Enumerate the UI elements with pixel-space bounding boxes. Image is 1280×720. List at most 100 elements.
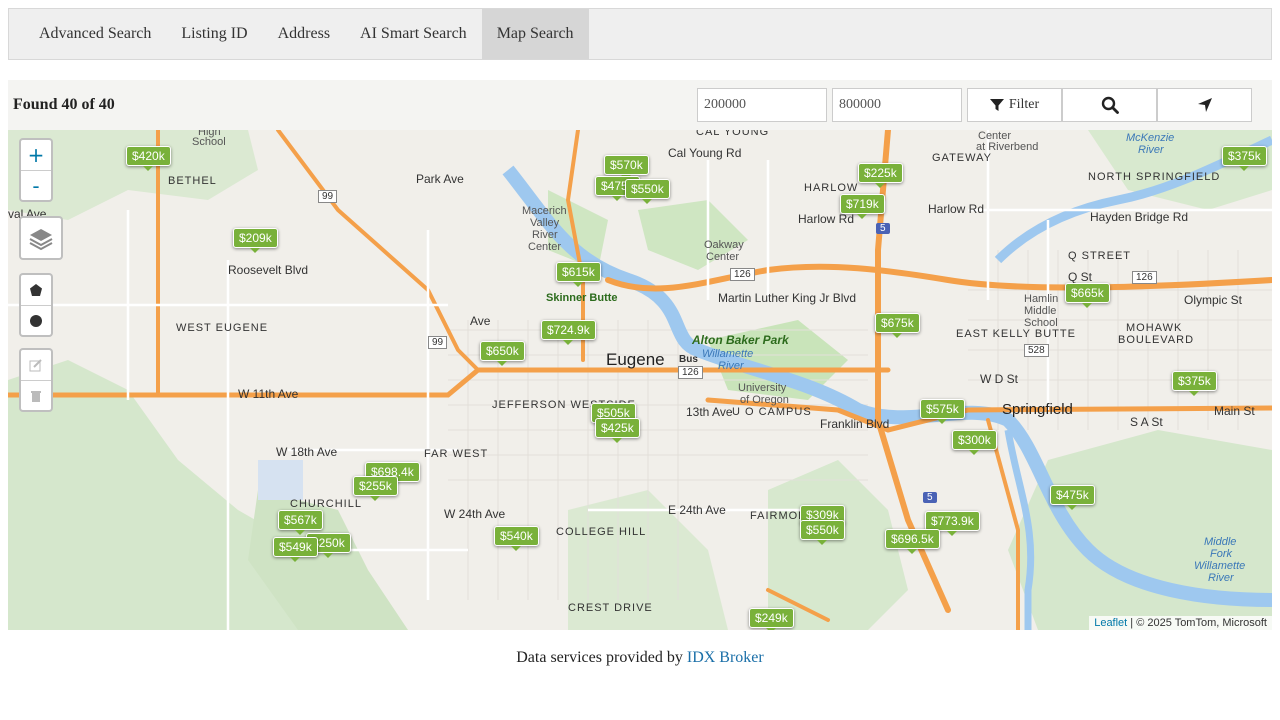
- price-marker[interactable]: $549k: [273, 537, 318, 562]
- river-label-middle-fork-2: Fork: [1210, 548, 1232, 560]
- street-label-s-a-st: S A St: [1130, 415, 1163, 429]
- price-marker[interactable]: $724.9k: [541, 320, 596, 345]
- area-label-harlow: HARLOW: [804, 182, 859, 194]
- layers-icon: [29, 229, 53, 251]
- tab-address[interactable]: Address: [263, 9, 345, 59]
- search-tabs: Advanced Search Listing ID Address AI Sm…: [8, 8, 1272, 60]
- idx-broker-link[interactable]: IDX Broker: [687, 649, 764, 666]
- attribution-text: | © 2025 TomTom, Microsoft: [1127, 617, 1267, 629]
- price-marker[interactable]: $696.5k: [885, 529, 940, 554]
- price-marker[interactable]: $209k: [233, 228, 278, 253]
- tab-map-search[interactable]: Map Search: [481, 9, 589, 59]
- area-label-mohawk: MOHAWK: [1126, 322, 1183, 334]
- delete-shapes-button[interactable]: [21, 380, 51, 410]
- tab-advanced-search[interactable]: Advanced Search: [24, 9, 166, 59]
- street-label-franklin: Franklin Blvd: [820, 417, 890, 431]
- street-label-e-24th: E 24th Ave: [668, 503, 726, 517]
- circle-icon: [30, 314, 42, 327]
- area-label-crest-drive: CREST DRIVE: [568, 602, 653, 614]
- tab-ai-smart-search[interactable]: AI Smart Search: [345, 9, 482, 59]
- filter-icon: [989, 99, 1004, 111]
- poi-label-hamlin: Hamlin: [1024, 293, 1059, 305]
- price-marker[interactable]: $567k: [278, 510, 323, 535]
- poi-label-alton-baker-park: Alton Baker Park: [692, 333, 789, 347]
- area-label-boulevard: BOULEVARD: [1118, 334, 1195, 346]
- price-marker[interactable]: $300k: [952, 430, 997, 455]
- street-label-q-st: Q St: [1068, 270, 1093, 284]
- price-marker[interactable]: $420k: [126, 146, 171, 171]
- street-label-w-24th: W 24th Ave: [444, 507, 506, 521]
- min-price-input[interactable]: [697, 88, 827, 122]
- price-marker[interactable]: $665k: [1065, 283, 1110, 308]
- area-label-q-street: Q STREET: [1068, 250, 1132, 262]
- poi-label-university: University: [738, 382, 787, 394]
- area-label-bethel: BETHEL: [168, 175, 217, 187]
- zoom-in-button[interactable]: +: [21, 140, 51, 170]
- search-button[interactable]: [1062, 88, 1157, 122]
- leaflet-link[interactable]: Leaflet: [1094, 617, 1127, 629]
- bus-route-label: Bus: [679, 354, 698, 365]
- price-marker[interactable]: $773.9k: [925, 511, 980, 536]
- price-marker[interactable]: $255k: [353, 476, 398, 501]
- area-label-gateway: GATEWAY: [932, 152, 992, 164]
- street-label-mlk: Martin Luther King Jr Blvd: [718, 291, 857, 305]
- river-label-middle-fork-4: River: [1208, 572, 1234, 584]
- street-label-w-d-st: W D St: [980, 372, 1018, 386]
- price-marker[interactable]: $249k: [749, 608, 794, 630]
- price-marker[interactable]: $225k: [858, 163, 903, 188]
- price-marker[interactable]: $375k: [1172, 371, 1217, 396]
- street-label-w-11th: W 11th Ave: [238, 387, 299, 401]
- price-marker[interactable]: $570k: [604, 155, 649, 180]
- map-view[interactable]: Eugene Springfield BETHEL WEST EUGENE CH…: [8, 130, 1272, 630]
- route-528-shield: 528: [1024, 344, 1049, 357]
- river-label-willamette-2: River: [718, 360, 744, 372]
- street-label-w-18th: W 18th Ave: [276, 445, 338, 459]
- price-marker[interactable]: $540k: [494, 526, 539, 551]
- price-marker[interactable]: $615k: [556, 262, 601, 287]
- price-marker[interactable]: $375k: [1222, 146, 1267, 171]
- street-label-cal-young-rd: Cal Young Rd: [668, 146, 742, 160]
- city-label-springfield: Springfield: [1002, 401, 1073, 418]
- draw-control: [19, 273, 53, 337]
- draw-polygon-button[interactable]: [21, 275, 51, 305]
- locate-button[interactable]: [1157, 88, 1252, 122]
- zoom-out-button[interactable]: -: [21, 170, 51, 200]
- price-marker[interactable]: $650k: [480, 341, 525, 366]
- area-label-north-springfield: NORTH SPRINGFIELD: [1088, 171, 1221, 183]
- street-label-park-ave: Park Ave: [416, 172, 464, 186]
- street-label-harlow-rd-2: Harlow Rd: [928, 202, 985, 216]
- price-marker[interactable]: $575k: [920, 399, 965, 424]
- price-marker[interactable]: $550k: [625, 179, 670, 204]
- price-marker[interactable]: $675k: [875, 313, 920, 338]
- route-99-shield: 99: [318, 190, 338, 203]
- area-label-college-hill: COLLEGE HILL: [556, 526, 647, 538]
- map-attribution: Leaflet | © 2025 TomTom, Microsoft: [1089, 616, 1272, 630]
- route-126-shield-c: 126: [678, 366, 703, 379]
- street-label-olympic: Olympic St: [1184, 293, 1243, 307]
- price-marker[interactable]: $719k: [840, 194, 885, 219]
- interstate-5-shield: 5: [876, 223, 890, 234]
- area-label-uo-campus: U O CAMPUS: [732, 406, 812, 418]
- trash-icon: [31, 390, 41, 402]
- area-label-east-kelly-butte: EAST KELLY BUTTE: [956, 328, 1076, 340]
- results-count: Found 40 of 40: [13, 96, 115, 113]
- street-label-roosevelt: Roosevelt Blvd: [228, 263, 309, 277]
- poi-label-of-oregon: of Oregon: [740, 394, 789, 406]
- layers-button[interactable]: [21, 218, 61, 258]
- max-price-input[interactable]: [832, 88, 962, 122]
- tab-listing-id[interactable]: Listing ID: [166, 9, 262, 59]
- price-marker[interactable]: $475k: [1050, 485, 1095, 510]
- price-marker[interactable]: $425k: [595, 418, 640, 443]
- poi-label-center: Center: [528, 241, 562, 253]
- route-126-shield: 126: [730, 268, 755, 281]
- draw-circle-button[interactable]: [21, 305, 51, 335]
- edit-icon: [29, 359, 42, 372]
- price-marker[interactable]: $550k: [800, 520, 845, 545]
- search-icon: [1101, 96, 1119, 114]
- footer-prefix: Data services provided by: [516, 649, 687, 666]
- poi-label-oakway-center: Center: [706, 251, 740, 263]
- street-label-ave-text: Ave: [470, 314, 491, 328]
- edit-shapes-button[interactable]: [21, 350, 51, 380]
- filter-button[interactable]: Filter: [967, 88, 1062, 122]
- area-label-fairmount: FAIRMON: [750, 510, 808, 522]
